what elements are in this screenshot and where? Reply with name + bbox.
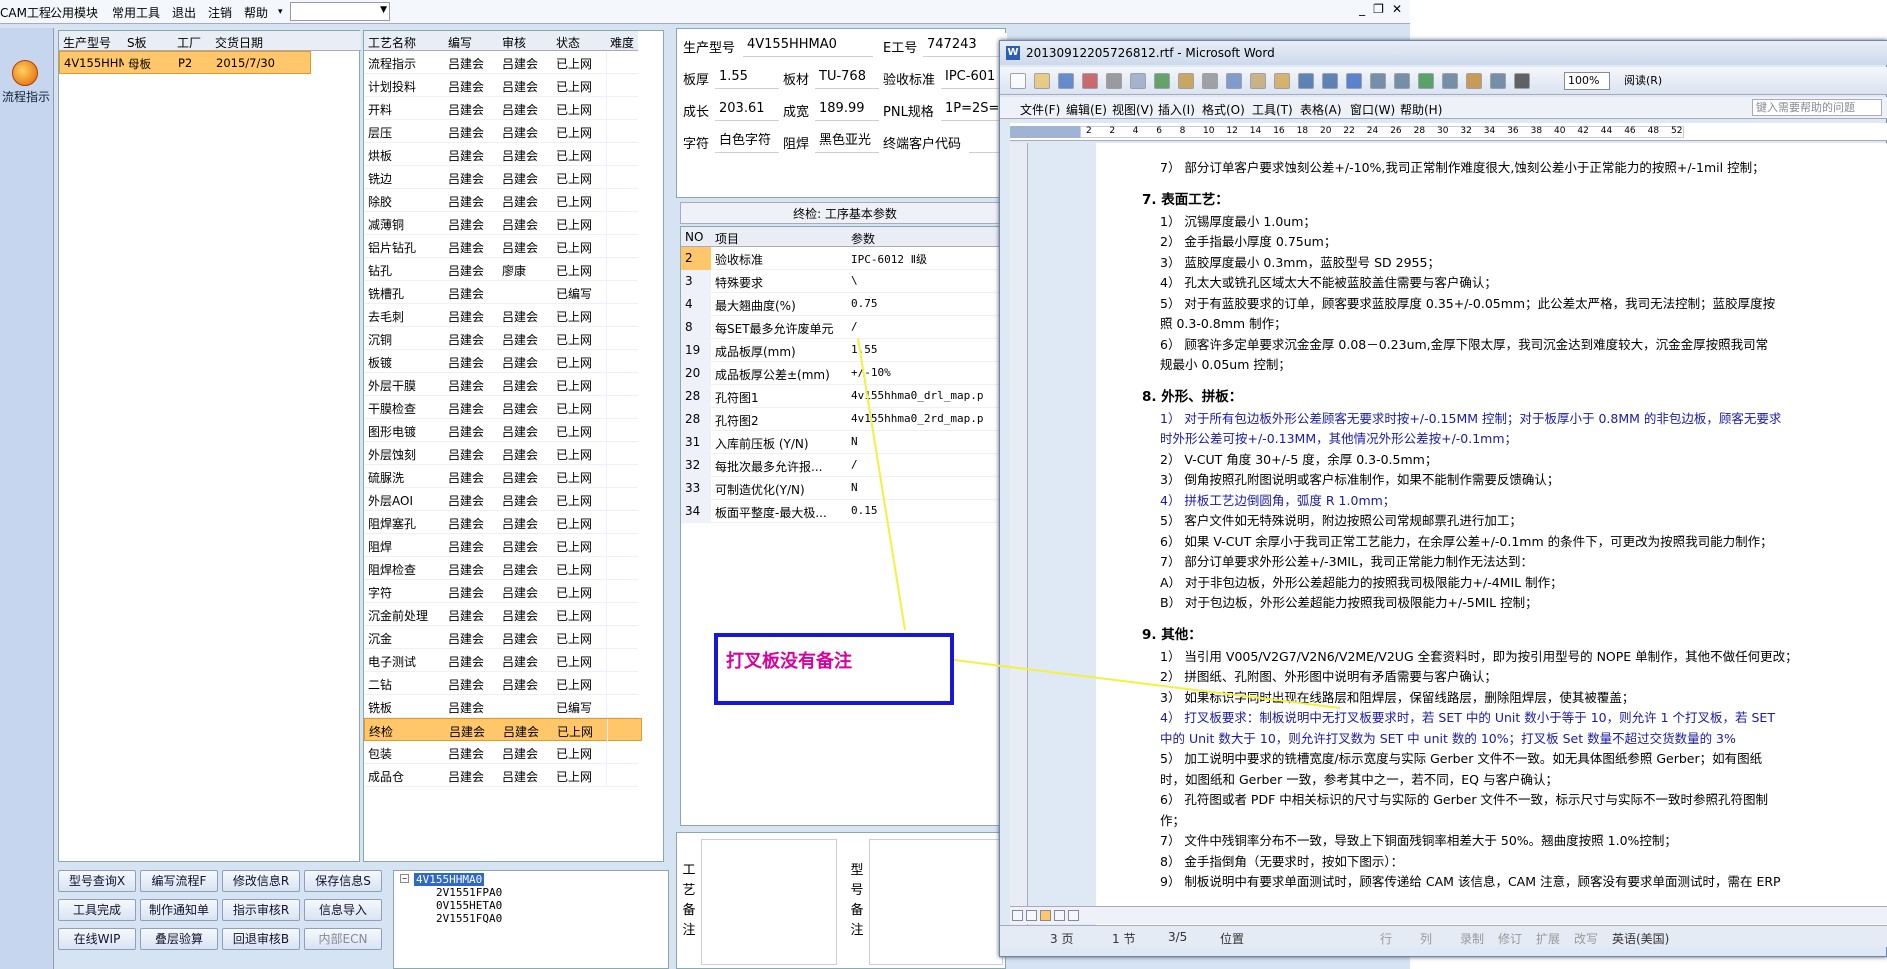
arrow-to-word <box>953 659 1341 709</box>
callout-text: 打叉板没有备注 <box>726 651 852 672</box>
annotation-arrows <box>857 337 1341 709</box>
arrow-to-param <box>857 337 906 631</box>
callout-box: 打叉板没有备注 <box>714 633 954 705</box>
